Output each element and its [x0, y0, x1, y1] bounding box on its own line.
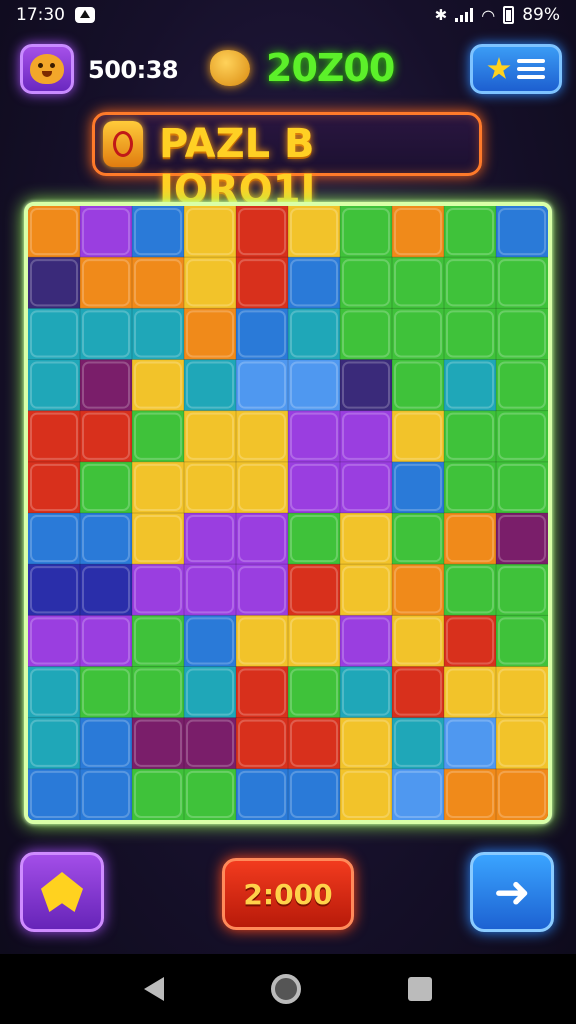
puzzle-piece[interactable]: [496, 768, 548, 820]
puzzle-piece[interactable]: [236, 257, 289, 309]
puzzle-piece[interactable]: [340, 768, 393, 820]
puzzle-piece[interactable]: [132, 359, 185, 412]
home-icon[interactable]: [270, 974, 301, 1004]
puzzle-piece[interactable]: [288, 513, 341, 565]
puzzle-piece[interactable]: [80, 717, 133, 770]
battery-icon: [503, 6, 515, 24]
puzzle-piece[interactable]: [132, 768, 185, 820]
menu-button[interactable]: [470, 44, 562, 94]
top-hud: 500:38 20Z00: [0, 44, 576, 100]
puzzle-piece[interactable]: [184, 308, 237, 360]
puzzle-piece[interactable]: [184, 206, 237, 258]
puzzle-piece[interactable]: [288, 410, 341, 463]
puzzle-piece[interactable]: [340, 666, 393, 719]
puzzle-piece[interactable]: [496, 461, 548, 514]
puzzle-piece[interactable]: [288, 717, 341, 770]
timer-display: 500:38: [88, 56, 179, 84]
puzzle-piece[interactable]: [496, 206, 548, 258]
puzzle-piece[interactable]: [392, 717, 445, 770]
puzzle-piece[interactable]: [496, 666, 548, 719]
hamburger-icon: [517, 59, 545, 79]
puzzle-piece[interactable]: [28, 666, 81, 719]
puzzle-grid[interactable]: [28, 206, 548, 820]
title-banner: PAZL B JORO1I: [92, 112, 482, 213]
puzzle-piece[interactable]: [496, 359, 548, 412]
puzzle-piece[interactable]: [392, 410, 445, 463]
puzzle-piece[interactable]: [444, 564, 497, 616]
puzzle-logo-icon: [103, 121, 143, 167]
hint-button[interactable]: [20, 852, 104, 932]
puzzle-piece[interactable]: [80, 410, 133, 463]
puzzle-piece[interactable]: [184, 615, 237, 667]
puzzle-piece[interactable]: [132, 564, 185, 616]
puzzle-piece[interactable]: [444, 768, 497, 820]
puzzle-piece[interactable]: [236, 461, 289, 514]
coin-pig-icon: [210, 50, 250, 86]
puzzle-piece[interactable]: [288, 206, 341, 258]
puzzle-piece[interactable]: [28, 768, 81, 820]
signal-icon: [455, 8, 474, 22]
app-notification-icon: [75, 7, 95, 23]
profile-button[interactable]: [20, 44, 74, 94]
bluetooth-icon: ✱: [434, 6, 448, 24]
puzzle-piece[interactable]: [80, 308, 133, 360]
puzzle-piece[interactable]: [28, 359, 81, 412]
puzzle-piece[interactable]: [340, 359, 393, 412]
puzzle-piece[interactable]: [80, 615, 133, 667]
puzzle-piece[interactable]: [496, 308, 548, 360]
status-bar: 17:30 ✱ ◠ 89%: [0, 0, 576, 30]
cost-button[interactable]: 2:000: [222, 858, 354, 930]
puzzle-piece[interactable]: [132, 666, 185, 719]
puzzle-piece[interactable]: [444, 257, 497, 309]
recents-icon[interactable]: [408, 977, 433, 1001]
game-title: PAZL B JORO1I: [159, 121, 316, 213]
wifi-icon: ◠: [481, 5, 496, 25]
puzzle-piece[interactable]: [496, 615, 548, 667]
puzzle-piece[interactable]: [28, 461, 81, 514]
puzzle-piece[interactable]: [444, 359, 497, 412]
score-display: 20Z00: [266, 46, 395, 90]
next-button[interactable]: ➜: [470, 852, 554, 932]
status-time: 17:30: [16, 5, 65, 25]
puzzle-piece[interactable]: [392, 615, 445, 667]
puzzle-piece[interactable]: [392, 308, 445, 360]
hint-icon: [41, 872, 83, 912]
puzzle-piece[interactable]: [236, 564, 289, 616]
puzzle-piece[interactable]: [340, 461, 393, 514]
puzzle-piece[interactable]: [496, 513, 548, 565]
back-icon[interactable]: [143, 977, 164, 1001]
puzzle-piece[interactable]: [184, 513, 237, 565]
puzzle-piece[interactable]: [132, 257, 185, 309]
battery-level: 89%: [522, 5, 560, 25]
star-icon: [487, 57, 511, 79]
puzzle-board[interactable]: [24, 202, 552, 824]
arrow-right-icon: ➜: [493, 866, 531, 918]
puzzle-piece[interactable]: [236, 768, 289, 820]
avatar-face-icon: [30, 54, 64, 84]
navigation-bar: [0, 954, 576, 1024]
puzzle-piece[interactable]: [444, 666, 497, 719]
